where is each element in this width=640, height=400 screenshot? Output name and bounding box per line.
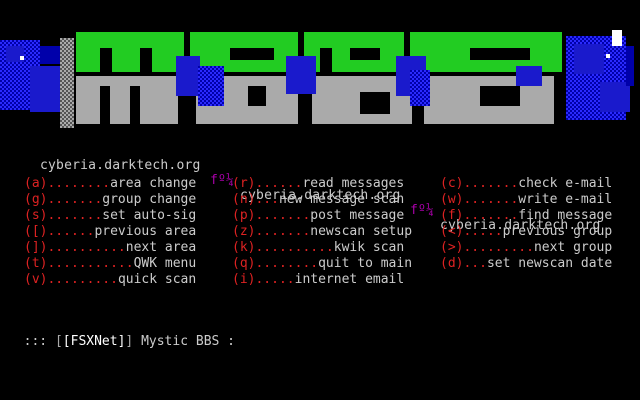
menu-item-set-auto-sig[interactable]: (s).......set auto-sig	[24, 208, 196, 224]
menu-dots: .....	[463, 224, 503, 239]
menu-item-area-change[interactable]: (a)........area change	[24, 176, 196, 192]
menu-item-previous-group[interactable]: (<).....previous group	[440, 224, 612, 240]
menu-label: previous group	[502, 224, 613, 239]
menu-item-newscan-setup[interactable]: (z).......newscan setup	[232, 224, 412, 240]
menu-key: (i)	[232, 272, 256, 287]
menu-item-previous-area[interactable]: ([)......previous area	[24, 224, 196, 240]
menu-key: (z)	[232, 224, 256, 239]
menu-key: (])	[24, 240, 48, 255]
prompt-network: [FSXNet]	[62, 334, 126, 349]
menu-label: previous area	[94, 224, 197, 239]
menu-label: write e-mail	[518, 192, 613, 207]
menu-label: quick scan	[117, 272, 197, 287]
menu-dots: .....	[255, 272, 295, 287]
menu-item-quick-scan[interactable]: (v).........quick scan	[24, 272, 196, 288]
prompt-prefix: :::	[23, 334, 55, 349]
menu-key: (p)	[232, 208, 256, 223]
menu-item-set-newscan-date[interactable]: (d)...set newscan date	[440, 256, 612, 272]
menu-label: set auto-sig	[102, 208, 197, 223]
menu-dots: .......	[255, 208, 311, 223]
menu-dots: ........	[47, 176, 111, 191]
menu-label: new message scan	[278, 192, 405, 207]
menu-dots: ...	[255, 192, 279, 207]
menu-dots: .........	[463, 240, 534, 255]
logo-art	[0, 30, 634, 128]
menu-label: kwik scan	[333, 240, 405, 255]
menu-label: group change	[102, 192, 197, 207]
menu-dots: ...	[463, 256, 487, 271]
menu-item-read-messages[interactable]: (r)......read messages	[232, 176, 412, 192]
menu-key: (a)	[24, 176, 48, 191]
menu-item-check-email[interactable]: (c).......check e-mail	[440, 176, 612, 192]
menu-column-3: (c).......check e-mail (w).......write e…	[440, 176, 612, 272]
menu-key: (s)	[24, 208, 48, 223]
menu-item-quit-to-main[interactable]: (q)........quit to main	[232, 256, 412, 272]
menu-item-post-message[interactable]: (p).......post message	[232, 208, 412, 224]
prompt-suffix: Mystic BBS :	[133, 334, 235, 349]
menu-label: set newscan date	[486, 256, 613, 271]
menu-key: (g)	[24, 192, 48, 207]
menu-dots: .......	[463, 176, 519, 191]
menu-label: read messages	[302, 176, 405, 191]
menu-key: (f)	[440, 208, 464, 223]
menu-label: internet email	[294, 272, 405, 287]
menu-item-next-area[interactable]: (])..........next area	[24, 240, 196, 256]
menu-key: (w)	[440, 192, 464, 207]
menu-key: (t)	[24, 256, 48, 271]
menu-dots: ......	[47, 224, 95, 239]
menu-item-find-message[interactable]: (f).......find message	[440, 208, 612, 224]
menu-column-1: (a)........area change (g).......group c…	[24, 176, 196, 288]
menu-key: (d)	[440, 256, 464, 271]
command-prompt[interactable]: ::: [[FSXNet]] Mystic BBS :	[8, 319, 235, 349]
menu-dots: ..........	[255, 240, 334, 255]
menu-dots: .......	[47, 192, 103, 207]
menu-key: (k)	[232, 240, 256, 255]
menu-dots: .......	[463, 208, 519, 223]
menu-dots: ........	[255, 256, 319, 271]
menu-label: post message	[310, 208, 405, 223]
menu-dots: ..........	[47, 240, 126, 255]
menu-column-2: (r)......read messages (n)...new message…	[232, 176, 412, 288]
menu-dots: ...........	[47, 256, 134, 271]
menu-key: (r)	[232, 176, 256, 191]
menu-item-internet-email[interactable]: (i).....internet email	[232, 272, 412, 288]
menu-item-next-group[interactable]: (>).........next group	[440, 240, 612, 256]
host-separator: fº¼	[210, 173, 235, 188]
menu-dots: .........	[47, 272, 118, 287]
menu-item-kwik-scan[interactable]: (k)..........kwik scan	[232, 240, 412, 256]
menu-dots: .......	[47, 208, 103, 223]
menu-key: (v)	[24, 272, 48, 287]
menu-key: (>)	[440, 240, 464, 255]
menu-label: area change	[110, 176, 197, 191]
menu-item-group-change[interactable]: (g).......group change	[24, 192, 196, 208]
prompt-bracket-open: [	[54, 334, 63, 349]
host-separator: fº¼	[410, 203, 435, 218]
host-url: cyberia.darktech.org	[40, 158, 201, 173]
menu-label: next group	[533, 240, 613, 255]
menu-item-qwk-menu[interactable]: (t)...........QWK menu	[24, 256, 196, 272]
menu-label: check e-mail	[518, 176, 613, 191]
menu-key: ([)	[24, 224, 48, 239]
menu-label: next area	[125, 240, 197, 255]
menu-item-new-message-scan[interactable]: (n)...new message scan	[232, 192, 412, 208]
menu-dots: .......	[255, 224, 311, 239]
menu-label: find message	[518, 208, 613, 223]
menu-dots: .......	[463, 192, 519, 207]
menu-key: (<)	[440, 224, 464, 239]
menu-label: newscan setup	[310, 224, 413, 239]
msds-logo-banner	[0, 26, 640, 130]
menu-key: (q)	[232, 256, 256, 271]
menu-key: (n)	[232, 192, 256, 207]
menu-label: QWK menu	[133, 256, 197, 271]
menu-label: quit to main	[318, 256, 413, 271]
menu-dots: ......	[255, 176, 303, 191]
menu-key: (c)	[440, 176, 464, 191]
menu-item-write-email[interactable]: (w).......write e-mail	[440, 192, 612, 208]
